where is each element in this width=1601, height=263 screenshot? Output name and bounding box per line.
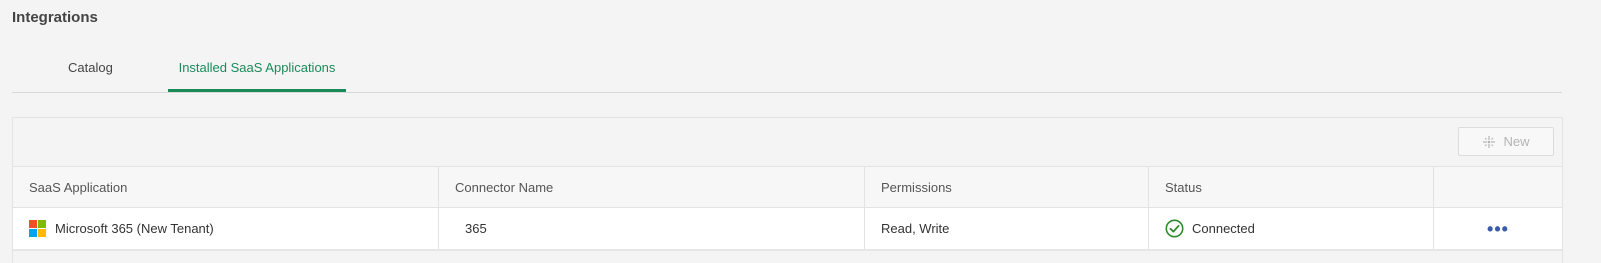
new-button[interactable]: New bbox=[1458, 127, 1554, 156]
tab-installed-saas-applications[interactable]: Installed SaaS Applications bbox=[168, 44, 346, 92]
column-header-permissions[interactable]: Permissions bbox=[865, 167, 1149, 207]
microsoft-logo-icon bbox=[29, 220, 46, 237]
app-name: Microsoft 365 (New Tenant) bbox=[55, 221, 214, 236]
cell-status: Connected bbox=[1149, 208, 1434, 249]
installed-apps-panel: New SaaS Application Connector Name Perm… bbox=[12, 117, 1563, 263]
cell-saas-application: Microsoft 365 (New Tenant) bbox=[13, 208, 439, 249]
page-title: Integrations bbox=[12, 9, 98, 26]
installed-apps-table: SaaS Application Connector Name Permissi… bbox=[13, 166, 1562, 251]
column-header-saas-application[interactable]: SaaS Application bbox=[13, 167, 439, 207]
column-header-connector-name[interactable]: Connector Name bbox=[439, 167, 865, 207]
column-header-status[interactable]: Status bbox=[1149, 167, 1434, 207]
more-actions-button[interactable]: ••• bbox=[1487, 220, 1509, 238]
tab-bar: Catalog Installed SaaS Applications bbox=[12, 44, 1562, 93]
column-header-actions bbox=[1434, 167, 1562, 207]
table-header-row: SaaS Application Connector Name Permissi… bbox=[13, 167, 1562, 208]
cell-connector-name: 365 bbox=[439, 208, 865, 249]
connector-name: 365 bbox=[465, 221, 487, 236]
table-row[interactable]: Microsoft 365 (New Tenant) 365 Read, Wri… bbox=[13, 208, 1562, 251]
new-button-label: New bbox=[1503, 134, 1530, 149]
status-text: Connected bbox=[1192, 221, 1255, 236]
sparkle-plus-icon bbox=[1483, 135, 1496, 148]
check-circle-icon bbox=[1165, 219, 1184, 238]
tab-catalog[interactable]: Catalog bbox=[68, 44, 113, 91]
cell-actions: ••• bbox=[1434, 208, 1562, 249]
integrations-page: Integrations Catalog Installed SaaS Appl… bbox=[0, 0, 1601, 263]
cell-permissions: Read, Write bbox=[865, 208, 1149, 249]
